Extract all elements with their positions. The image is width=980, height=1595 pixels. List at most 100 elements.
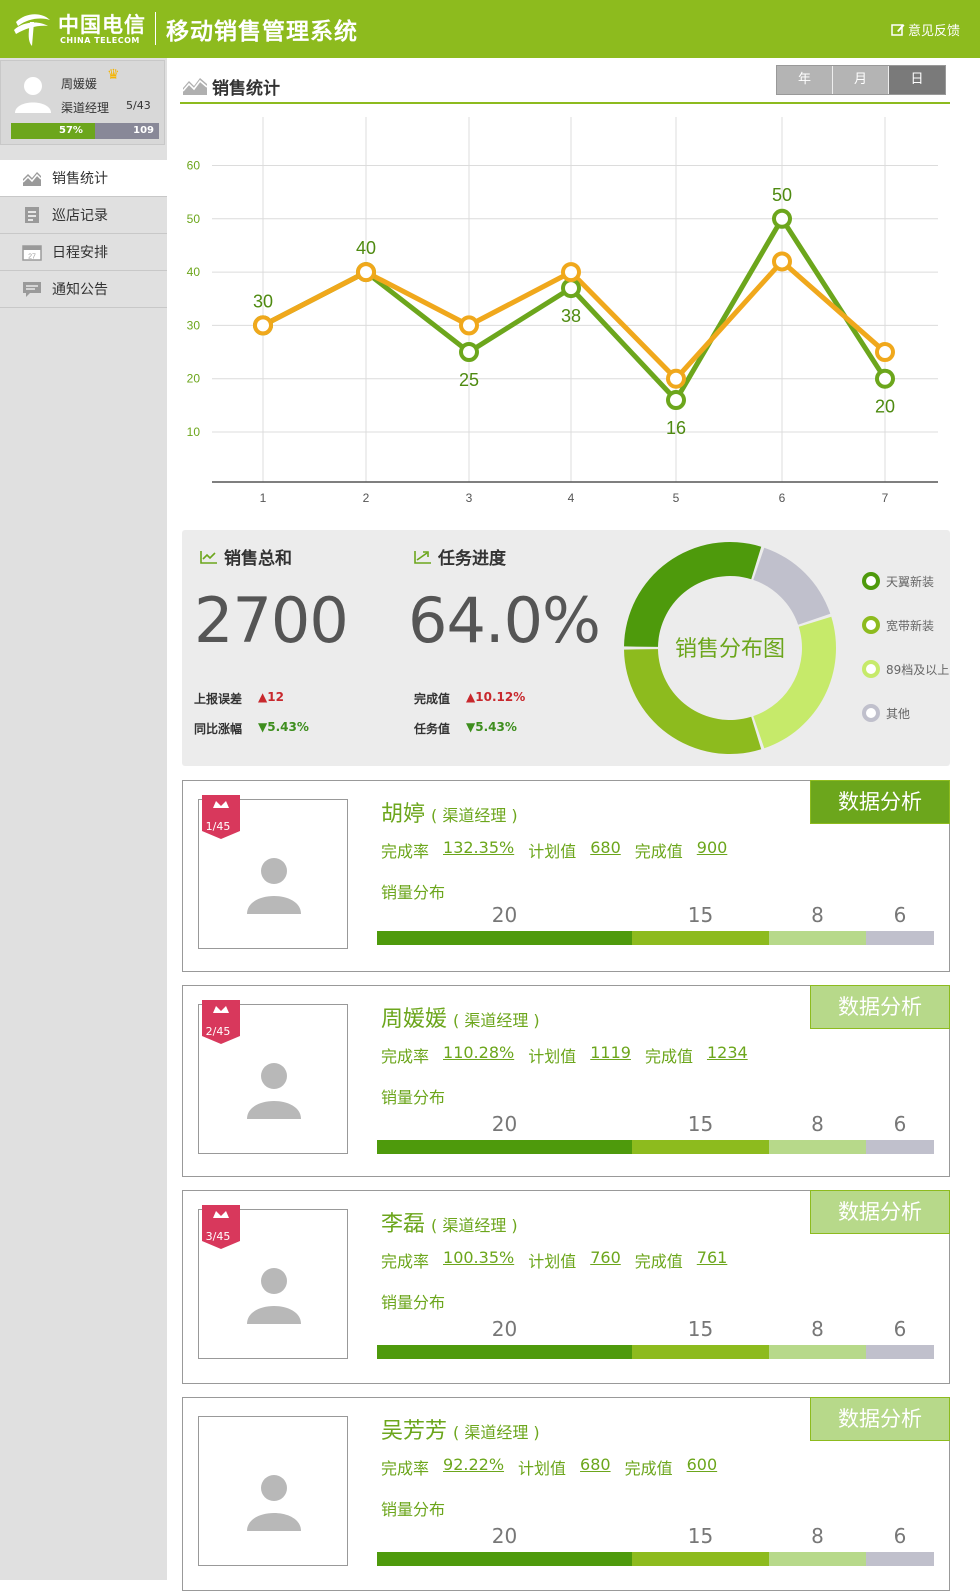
distribution-segment: 8 (769, 1524, 866, 1566)
data-analysis-button[interactable]: 数据分析 (810, 1397, 950, 1441)
series-point (666, 368, 686, 389)
done-value[interactable]: 900 (697, 838, 728, 862)
plan-label: 计划值 (518, 1459, 567, 1478)
done-value[interactable]: 761 (697, 1248, 728, 1272)
person-photo: 1/45 (198, 795, 348, 949)
distribution-label: 销量分布 (381, 883, 446, 902)
user-card: 周媛媛 ♛ 渠道经理 5/43 57% 109 (0, 60, 165, 145)
distribution-value: 8 (811, 1112, 824, 1136)
distribution-segment: 15 (632, 1317, 769, 1359)
y-tick-label: 50 (187, 212, 201, 226)
series-point (253, 315, 273, 336)
period-year-button[interactable]: 年 (777, 66, 833, 94)
plan-value[interactable]: 760 (590, 1248, 621, 1272)
person-placeholder-icon (247, 1063, 301, 1119)
person-name-row: 吴芳芳 ( 渠道经理 ) (381, 1413, 540, 1445)
user-count: 109 (133, 125, 154, 136)
sales-distribution-donut: 销售分布图 (624, 542, 836, 754)
data-analysis-button[interactable]: 数据分析 (810, 1190, 950, 1234)
data-label: 25 (459, 370, 479, 390)
rank-label: 2/45 (205, 1025, 231, 1038)
data-analysis-button[interactable]: 数据分析 (810, 985, 950, 1029)
donut-legend: 天翼新装 宽带新装 89档及以上 其他 (862, 570, 949, 746)
distribution-label: 销量分布 (381, 1293, 446, 1312)
app-header: 中国电信 CHINA TELECOM 移动销售管理系统 意见反馈 (0, 0, 980, 58)
series-point (772, 208, 792, 229)
distribution-value: 20 (491, 1112, 518, 1136)
y-tick-label: 20 (187, 372, 201, 386)
person-placeholder-icon (247, 1268, 301, 1324)
series-point (459, 342, 479, 363)
logo-text: 中国电信 (58, 13, 146, 37)
sidebar-item-schedule[interactable]: 27 日程安排 (0, 234, 167, 271)
rate-value[interactable]: 92.22% (443, 1455, 504, 1479)
distribution-segment: 6 (866, 903, 934, 945)
person-photo: 2/45 (198, 1000, 348, 1154)
person-name: 胡婷 (381, 802, 426, 827)
plan-value[interactable]: 1119 (590, 1043, 631, 1067)
user-rank: 5/43 (126, 99, 151, 112)
rate-label: 完成率 (381, 1047, 430, 1066)
distribution-segment: 6 (866, 1112, 934, 1154)
feedback-link[interactable]: 意见反馈 (891, 20, 960, 39)
distribution-label: 销量分布 (381, 1088, 446, 1107)
series-point (356, 262, 376, 283)
sidebar-item-store-visits[interactable]: 巡店记录 (0, 197, 167, 234)
distribution-label: 销量分布 (381, 1500, 446, 1519)
person-card: 1/45 胡婷 ( 渠道经理 ) 完成率 132.35% 计划值 680 完成值… (182, 780, 950, 972)
distribution-segment: 15 (632, 1524, 769, 1566)
period-day-button[interactable]: 日 (889, 66, 945, 94)
distribution-segment: 20 (377, 1317, 632, 1359)
distribution-value: 15 (687, 1112, 714, 1136)
distribution-value: 6 (893, 1317, 907, 1341)
person-role: ( 渠道经理 ) (431, 806, 518, 825)
donut-title: 销售分布图 (675, 636, 785, 661)
done-value: ▲10.12% (466, 690, 526, 704)
person-stats: 完成率 92.22% 计划值 680 完成值 600 (381, 1455, 717, 1479)
trend-up-icon (414, 550, 431, 564)
user-progress-label: 57% (59, 125, 83, 136)
x-tick-label: 1 (260, 491, 267, 505)
person-role: ( 渠道经理 ) (431, 1216, 518, 1235)
period-month-button[interactable]: 月 (833, 66, 889, 94)
china-telecom-logo-icon (14, 14, 50, 46)
person-role: ( 渠道经理 ) (453, 1423, 540, 1442)
done-value[interactable]: 600 (687, 1455, 718, 1479)
plan-value[interactable]: 680 (580, 1455, 611, 1479)
rate-value[interactable]: 100.35% (443, 1248, 514, 1272)
person-photo: 3/45 (198, 1205, 348, 1359)
distribution-value: 6 (893, 1112, 907, 1136)
series-point (875, 368, 895, 389)
legend-label: 天翼新装 (886, 574, 935, 589)
distribution-value: 20 (491, 1524, 518, 1548)
edit-icon (891, 24, 905, 36)
report-error-label: 上报误差 (194, 692, 243, 706)
rate-value[interactable]: 132.35% (443, 838, 514, 862)
rate-value[interactable]: 110.28% (443, 1043, 514, 1067)
done-label: 完成值 (644, 1047, 693, 1066)
x-tick-label: 3 (466, 491, 473, 505)
person-name-row: 胡婷 ( 渠道经理 ) (381, 796, 518, 828)
user-progress-bar: 57% 109 (11, 123, 159, 139)
plan-value[interactable]: 680 (590, 838, 621, 862)
sidebar-nav: 销售统计 巡店记录 27 日程安排 通知公告 (0, 160, 167, 308)
distribution-value: 8 (811, 1317, 824, 1341)
person-placeholder-icon (247, 858, 301, 914)
distribution-segment: 15 (632, 1112, 769, 1154)
task-value-value: ▼5.43% (466, 720, 517, 734)
person-stats: 完成率 110.28% 计划值 1119 完成值 1234 (381, 1043, 748, 1067)
sidebar-item-notices[interactable]: 通知公告 (0, 271, 167, 308)
rate-label: 完成率 (381, 1252, 430, 1271)
done-value[interactable]: 1234 (707, 1043, 748, 1067)
section-title: 销售统计 (212, 79, 280, 99)
sales-total-value: 2700 (194, 584, 349, 657)
task-progress-value: 64.0% (408, 584, 601, 657)
data-analysis-button[interactable]: 数据分析 (810, 780, 950, 824)
distribution-segment: 20 (377, 1112, 632, 1154)
done-label: 完成值 (634, 842, 683, 861)
sidebar-item-sales-stats[interactable]: 销售统计 (0, 160, 167, 197)
crown-icon: ♛ (107, 67, 120, 83)
series-point (666, 390, 686, 411)
data-label: 38 (561, 306, 581, 326)
distribution-value: 20 (491, 1317, 518, 1341)
